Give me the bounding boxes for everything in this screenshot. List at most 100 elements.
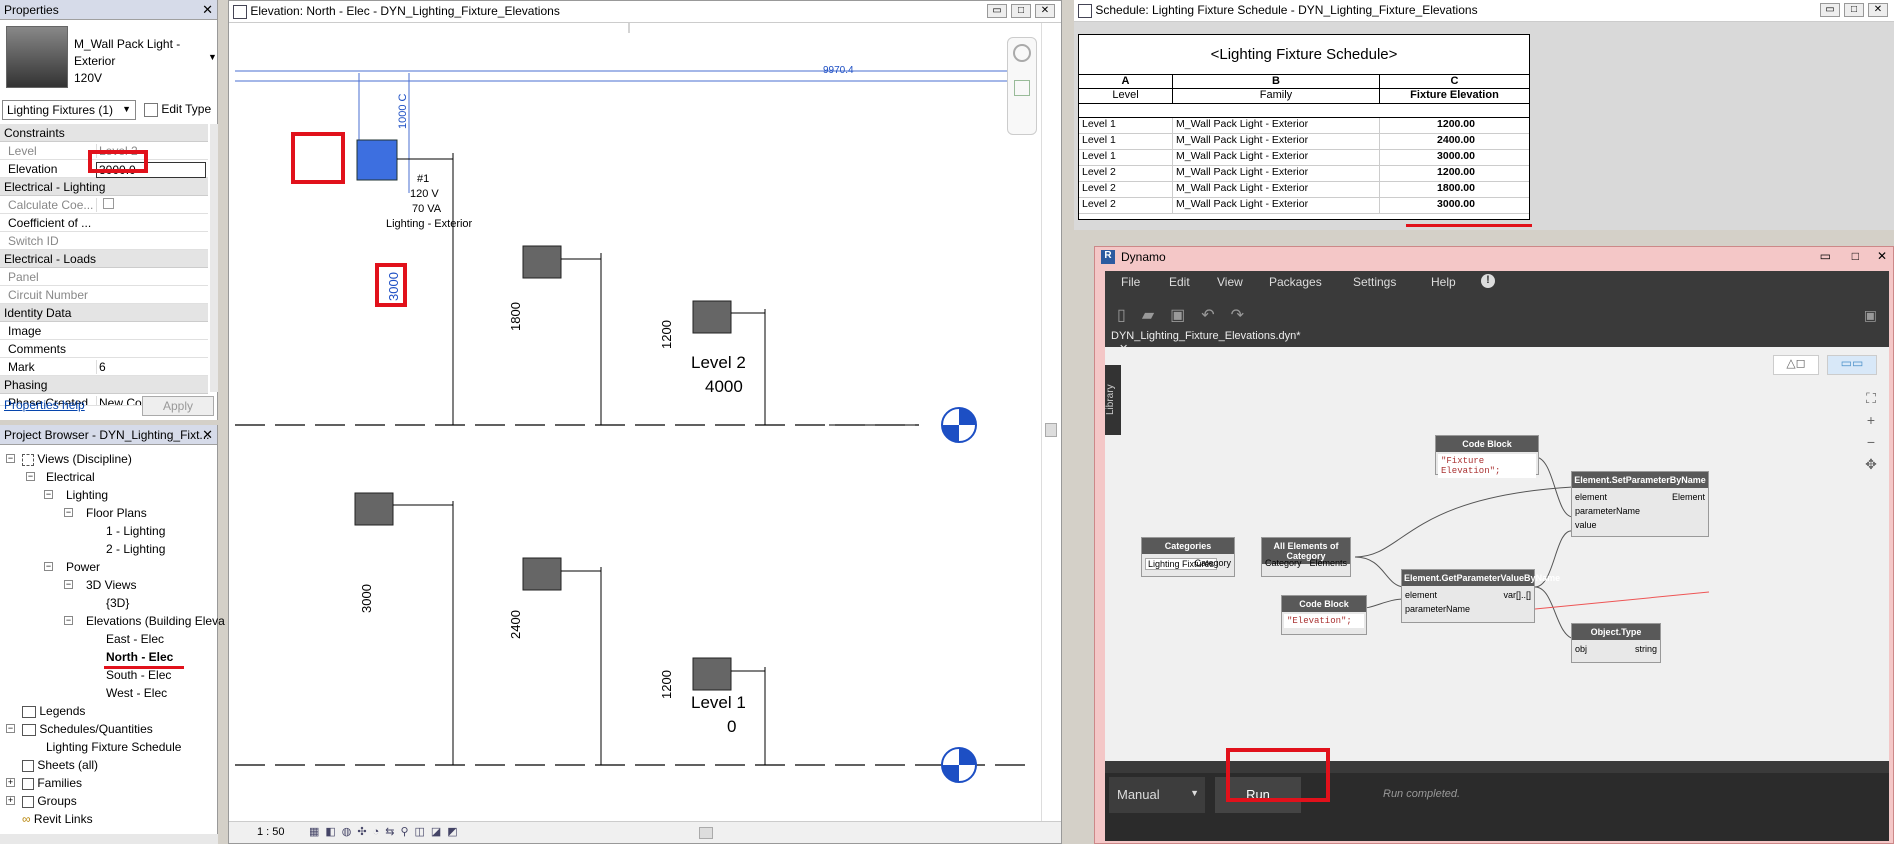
schedule-cell[interactable]: 1200.00 [1380, 166, 1529, 181]
schedule-cell[interactable]: M_Wall Pack Light - Exterior [1173, 134, 1380, 149]
properties-help-link[interactable]: Properties help [4, 398, 85, 412]
tree-legends[interactable]: Legends [22, 704, 85, 718]
schedule-row[interactable]: Level 2 M_Wall Pack Light - Exterior 3000.… [1079, 198, 1529, 214]
group-constraints[interactable]: Constraints [0, 124, 208, 142]
col-letter[interactable]: B [1173, 75, 1380, 88]
node-code[interactable]: "Elevation"; [1284, 614, 1364, 628]
group-phasing[interactable]: Phasing [0, 376, 208, 394]
collapse-icon[interactable]: − [6, 454, 15, 463]
all-elements-node[interactable]: All Elements of Category Category Elemen… [1261, 537, 1351, 577]
input-port[interactable]: value [1575, 520, 1597, 530]
fixture[interactable] [522, 557, 562, 591]
node-code[interactable]: "Fixture Elevation"; [1438, 454, 1536, 478]
hscroll-thumb[interactable] [699, 827, 713, 839]
schedule-cell[interactable]: 3000.00 [1380, 198, 1529, 213]
schedule-cell[interactable]: M_Wall Pack Light - Exterior [1173, 118, 1380, 133]
output-port[interactable]: Category [1194, 558, 1231, 568]
dynamo-canvas[interactable]: Library △◻ ▭▭ ⛶ + − ✥ Code Block "Fixtur… [1105, 347, 1889, 761]
set-parameter-node[interactable]: Element.SetParameterByName element param… [1571, 471, 1709, 537]
tree-east[interactable]: East - Elec [106, 632, 164, 646]
schedule-cell[interactable]: M_Wall Pack Light - Exterior [1173, 182, 1380, 197]
schedule-cell[interactable]: 1800.00 [1380, 182, 1529, 197]
close-icon[interactable]: ✕ [1868, 3, 1888, 17]
level-2-label[interactable]: Level 2 [691, 353, 746, 373]
schedule-cell[interactable]: 3000.00 [1380, 150, 1529, 165]
edit-type-button[interactable]: Edit Type [142, 100, 218, 120]
input-port[interactable]: element [1575, 492, 1607, 502]
minimize-icon[interactable]: ▭ [1820, 3, 1840, 17]
dim-3000[interactable]: 3000 [359, 584, 374, 613]
notification-icon[interactable]: ! [1481, 274, 1495, 288]
tree-fp2[interactable]: 2 - Lighting [106, 542, 165, 556]
dim-2400[interactable]: 2400 [508, 610, 523, 639]
maximize-icon[interactable]: □ [1852, 249, 1859, 263]
menu-file[interactable]: File [1121, 275, 1140, 289]
expand-icon[interactable]: + [6, 778, 15, 787]
collapse-icon[interactable]: − [64, 580, 73, 589]
schedule-cell[interactable]: Level 2 [1079, 182, 1173, 197]
close-icon[interactable]: ✕ [202, 427, 213, 443]
collapse-icon[interactable]: − [44, 490, 53, 499]
menu-edit[interactable]: Edit [1169, 275, 1190, 289]
level-1-label[interactable]: Level 1 [691, 693, 746, 713]
menu-packages[interactable]: Packages [1269, 275, 1322, 289]
tree-lfs[interactable]: Lighting Fixture Schedule [46, 740, 181, 754]
tree-schedules[interactable]: Schedules/Quantities [22, 722, 153, 736]
group-elec-loads[interactable]: Electrical - Loads [0, 250, 208, 268]
schedule-cell[interactable]: Level 1 [1079, 118, 1173, 133]
expand-icon[interactable]: + [6, 796, 15, 805]
camera-icon[interactable]: ▣ [1864, 307, 1877, 324]
col-letter[interactable]: A [1079, 75, 1173, 88]
maximize-icon[interactable]: □ [1011, 4, 1031, 18]
tree-3d[interactable]: {3D} [106, 596, 129, 610]
close-icon[interactable]: ✕ [1035, 4, 1055, 18]
redo-icon[interactable]: ↷ [1231, 307, 1260, 324]
tree-families[interactable]: Families [22, 776, 82, 790]
tree-views[interactable]: Views (Discipline) [22, 452, 132, 466]
code-block-node[interactable]: Code Block "Elevation"; [1281, 595, 1367, 635]
fixture[interactable] [354, 492, 394, 526]
row-value[interactable]: 6 [96, 360, 206, 374]
new-icon[interactable]: ▯ [1117, 307, 1142, 324]
tree-3dviews[interactable]: 3D Views [86, 578, 136, 592]
get-parameter-node[interactable]: Element.GetParameterValueByName element … [1401, 569, 1560, 623]
close-icon[interactable]: ✕ [1877, 249, 1887, 263]
workspace-tab[interactable]: DYN_Lighting_Fixture_Elevations.dyn* ✕ [1105, 327, 1305, 355]
schedule-cell[interactable]: 1200.00 [1380, 118, 1529, 133]
run-mode-dropdown[interactable]: Manual ▼ [1109, 777, 1205, 813]
tree-groups[interactable]: Groups [22, 794, 77, 808]
undo-icon[interactable]: ↶ [1201, 307, 1230, 324]
maximize-icon[interactable]: □ [1844, 3, 1864, 17]
tree-power[interactable]: Power [66, 560, 100, 574]
schedule-row[interactable]: Level 1 M_Wall Pack Light - Exterior 2400.… [1079, 134, 1529, 150]
save-icon[interactable]: ▣ [1170, 307, 1201, 324]
schedule-cell[interactable]: M_Wall Pack Light - Exterior [1173, 166, 1380, 181]
collapse-icon[interactable]: − [44, 562, 53, 571]
dim-1000[interactable]: 1000 C [397, 94, 409, 129]
col-letter[interactable]: C [1380, 75, 1529, 88]
tree-sheets[interactable]: Sheets (all) [22, 758, 98, 772]
menu-help[interactable]: Help [1431, 275, 1456, 289]
tree-elevations[interactable]: Elevations (Building Eleva [86, 614, 225, 628]
output-port[interactable]: Element [1672, 492, 1705, 502]
tree-south[interactable]: South - Elec [106, 668, 171, 682]
steering-wheel-icon[interactable] [1013, 44, 1031, 62]
schedule-cell[interactable]: M_Wall Pack Light - Exterior [1173, 198, 1380, 213]
output-port[interactable]: Elements [1309, 558, 1347, 568]
schedule-row[interactable]: Level 1 M_Wall Pack Light - Exterior 1200.… [1079, 118, 1529, 134]
category-selector[interactable]: Lighting Fixtures (1) ▼ [2, 100, 136, 120]
categories-node[interactable]: Categories Lighting Fixtures Category [1141, 537, 1235, 577]
schedule-cell[interactable]: Level 1 [1079, 134, 1173, 149]
tree-north[interactable]: North - Elec [106, 650, 173, 664]
code-block-node[interactable]: Code Block "Fixture Elevation"; [1435, 435, 1539, 478]
tree-fp1[interactable]: 1 - Lighting [106, 524, 165, 538]
collapse-icon[interactable]: − [26, 472, 35, 481]
col-name[interactable]: Family [1173, 89, 1380, 103]
input-port[interactable]: element [1405, 590, 1437, 600]
tree-floorplans[interactable]: Floor Plans [86, 506, 147, 520]
input-port[interactable]: parameterName [1575, 506, 1640, 516]
navigation-bar[interactable] [1007, 37, 1037, 135]
minimize-icon[interactable]: ▭ [987, 4, 1007, 18]
scale-label[interactable]: 1 : 50 [257, 826, 285, 838]
input-port[interactable]: obj [1575, 644, 1587, 654]
